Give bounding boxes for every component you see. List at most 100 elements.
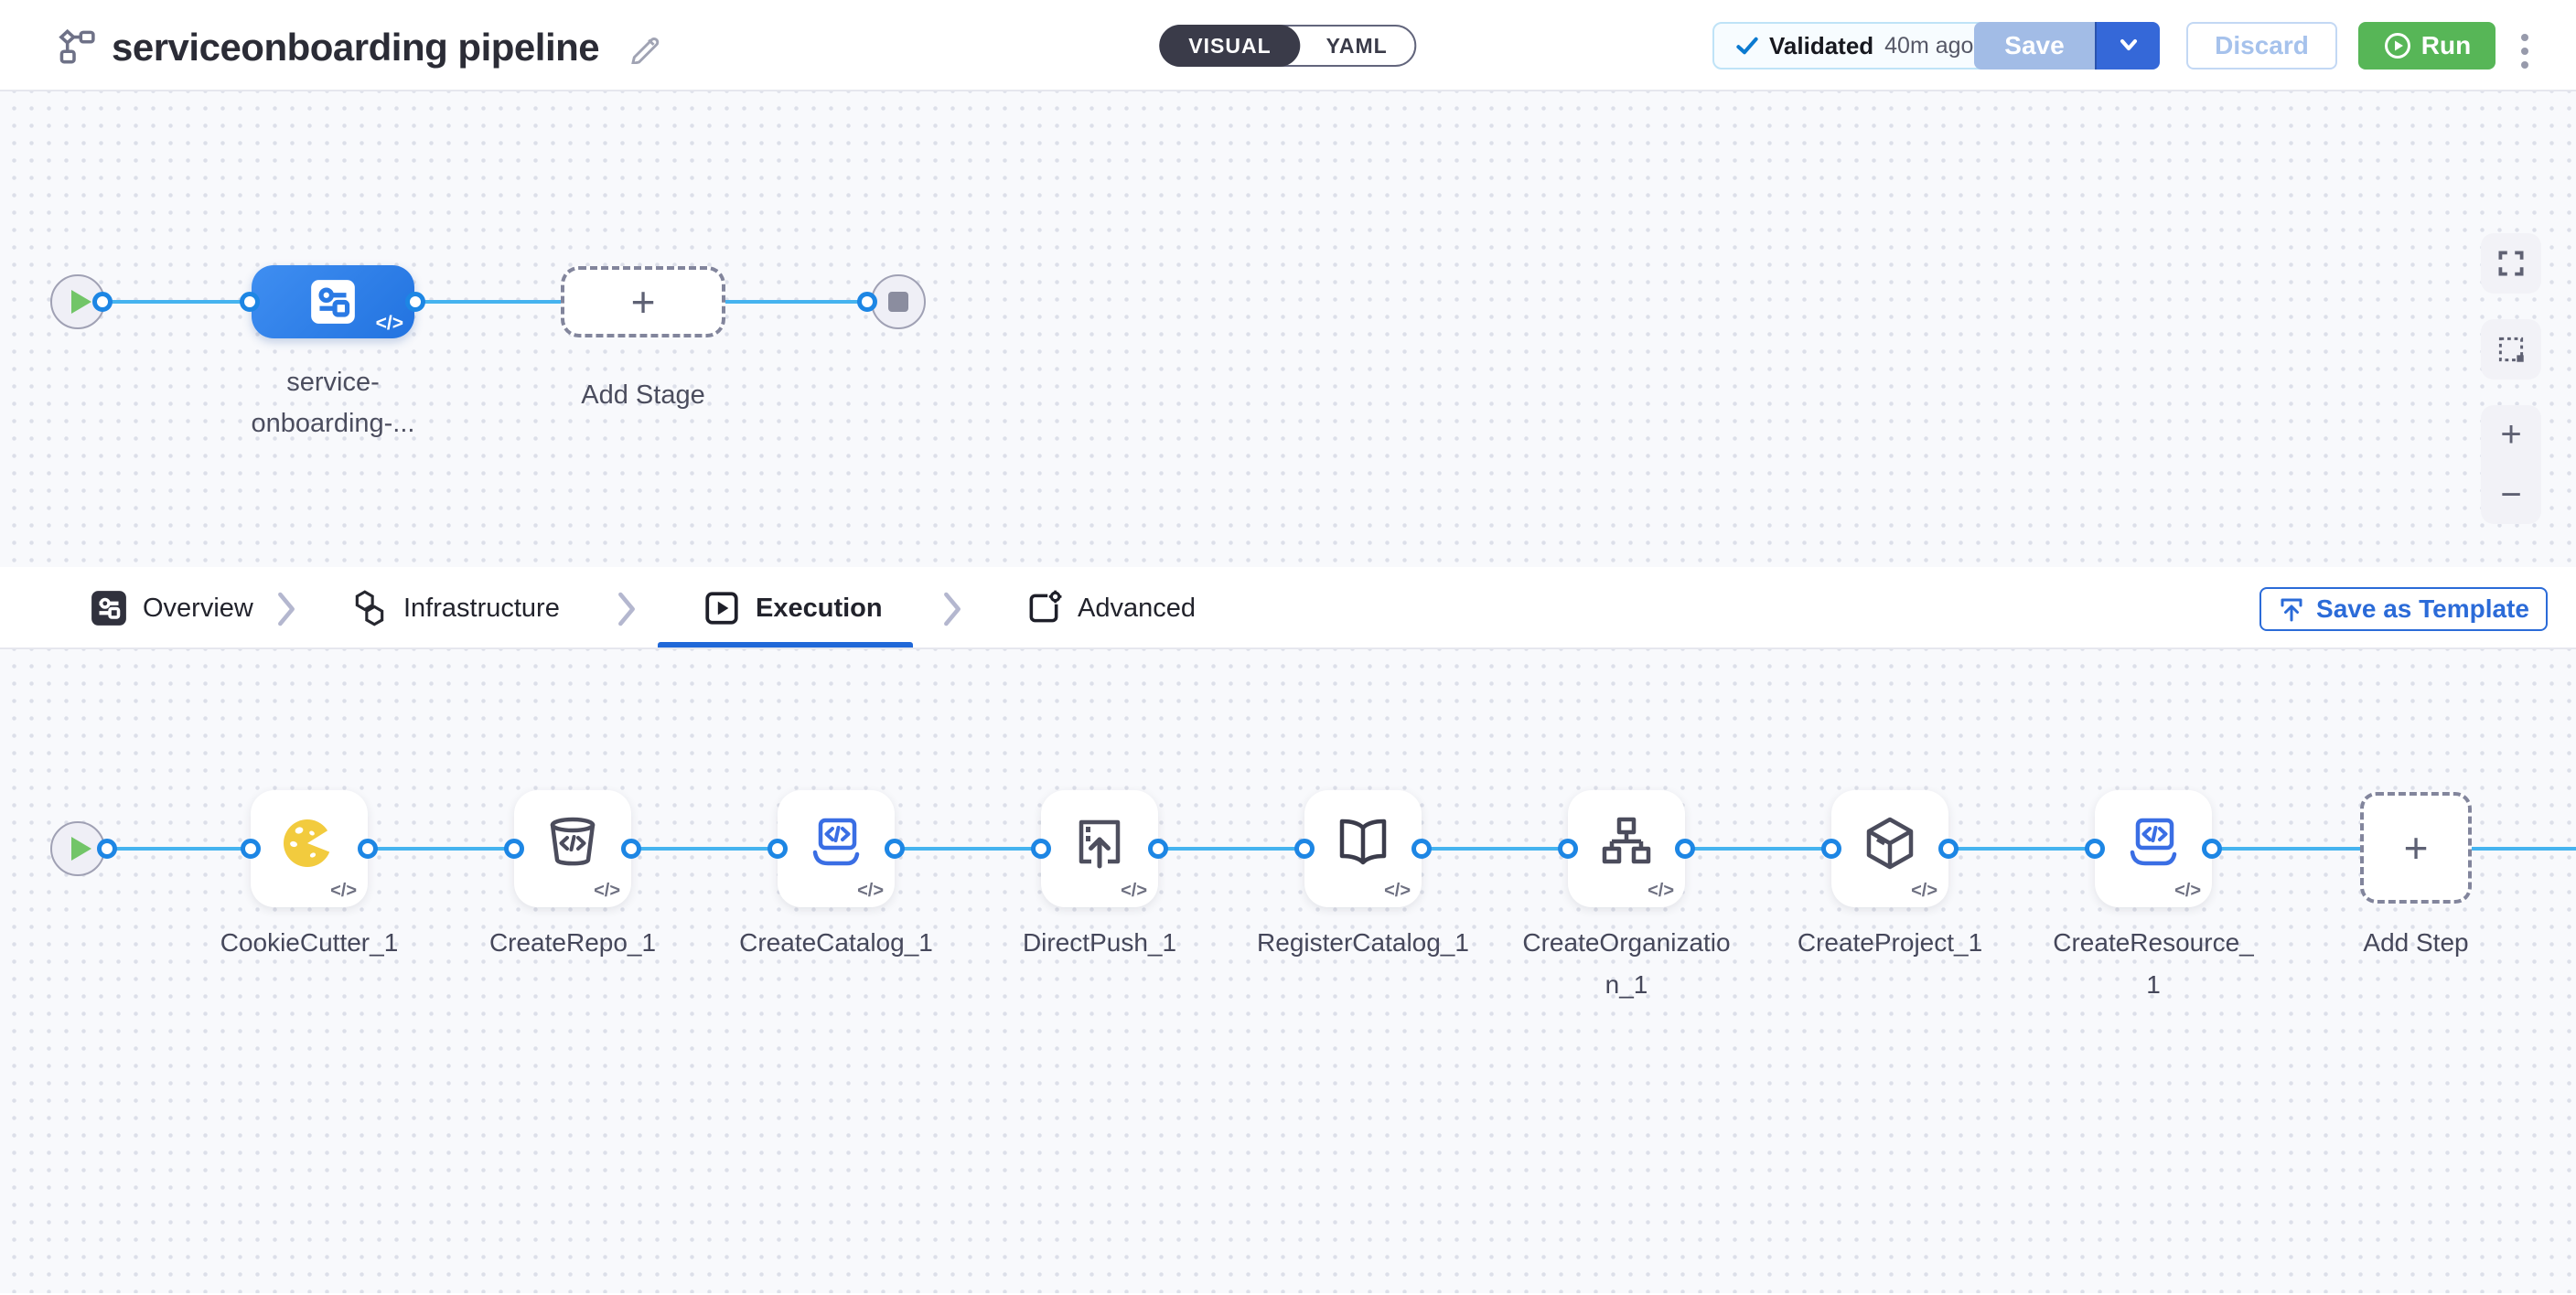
- select-area-button[interactable]: [2481, 319, 2541, 380]
- add-step-button[interactable]: +: [2360, 792, 2472, 904]
- save-menu-button[interactable]: [2095, 22, 2160, 70]
- step-label: CreateProject_1: [1784, 922, 1996, 964]
- port[interactable]: [504, 839, 524, 859]
- port[interactable]: [2202, 839, 2222, 859]
- step-node-createresource[interactable]: </>: [2095, 790, 2212, 907]
- port[interactable]: [1821, 839, 1841, 859]
- port[interactable]: [857, 292, 877, 312]
- step-label: CreateCatalog_1: [730, 922, 942, 964]
- stage-connector-line: [102, 300, 869, 304]
- add-step-label: Add Step: [2324, 922, 2507, 964]
- step-node-createrepo[interactable]: </>: [514, 790, 631, 907]
- save-button[interactable]: Save: [1974, 22, 2095, 70]
- edit-pencil-icon[interactable]: [628, 29, 662, 69]
- chevron-down-icon: [2116, 37, 2141, 55]
- port[interactable]: [2085, 839, 2105, 859]
- stage-node-service-onboarding[interactable]: </>: [252, 265, 414, 338]
- step-label: CreateOrganization_1: [1520, 922, 1733, 1006]
- step-code-badge: </>: [330, 881, 357, 902]
- port[interactable]: [1411, 839, 1432, 859]
- port[interactable]: [405, 292, 425, 312]
- tab-advanced[interactable]: Advanced: [1025, 589, 1196, 627]
- step-code-badge: </>: [2174, 881, 2201, 902]
- chevron-right-icon: [274, 591, 298, 627]
- tab-overview-label: Overview: [143, 594, 253, 624]
- step-label: RegisterCatalog_1: [1257, 922, 1469, 964]
- create-organization-icon: [1597, 814, 1656, 872]
- view-toggle: VISUAL YAML: [1159, 25, 1416, 67]
- step-node-createcatalog[interactable]: </>: [778, 790, 895, 907]
- port[interactable]: [1148, 839, 1168, 859]
- create-catalog-icon: [807, 814, 865, 872]
- toggle-visual[interactable]: VISUAL: [1159, 25, 1300, 67]
- port[interactable]: [1294, 839, 1315, 859]
- add-stage-label: Add Stage: [552, 375, 735, 416]
- validated-badge[interactable]: Validated 40m ago: [1712, 22, 1997, 70]
- validated-time: 40m ago: [1884, 33, 1973, 59]
- stage-code-badge: </>: [376, 313, 403, 335]
- zoom-out-button[interactable]: −: [2500, 473, 2521, 517]
- chevron-right-icon: [940, 591, 964, 627]
- create-project-icon: [1861, 814, 1919, 872]
- register-catalog-icon: [1334, 814, 1392, 872]
- port[interactable]: [885, 839, 905, 859]
- tab-advanced-label: Advanced: [1078, 594, 1196, 624]
- step-code-badge: </>: [857, 881, 884, 902]
- step-node-cookiecutter[interactable]: </>: [251, 790, 368, 907]
- advanced-icon: [1025, 589, 1063, 627]
- port[interactable]: [241, 839, 261, 859]
- step-node-createproject[interactable]: </>: [1831, 790, 1948, 907]
- stage-canvas[interactable]: </> + service-onboarding-... Add Stage +…: [0, 91, 2576, 567]
- plus-icon: +: [631, 281, 656, 323]
- step-code-badge: </>: [594, 881, 620, 902]
- port[interactable]: [240, 292, 260, 312]
- port[interactable]: [1031, 839, 1051, 859]
- step-code-badge: </>: [1648, 881, 1674, 902]
- port[interactable]: [358, 839, 378, 859]
- chevron-right-icon: [615, 591, 639, 627]
- toggle-yaml[interactable]: YAML: [1299, 34, 1415, 59]
- step-node-directpush[interactable]: </>: [1041, 790, 1158, 907]
- step-label: CookieCutter_1: [203, 922, 415, 964]
- port[interactable]: [97, 839, 117, 859]
- step-label: CreateResource_1: [2047, 922, 2259, 1006]
- step-label: DirectPush_1: [993, 922, 1206, 964]
- template-upload-icon: [2278, 595, 2305, 623]
- stop-square-icon: [888, 292, 908, 312]
- fullscreen-button[interactable]: [2481, 233, 2541, 294]
- port[interactable]: [767, 839, 788, 859]
- start-play-icon: [71, 290, 91, 314]
- zoom-controls: + −: [2481, 405, 2541, 524]
- more-options-button[interactable]: [2517, 30, 2532, 72]
- infrastructure-icon: [350, 589, 389, 627]
- execution-canvas[interactable]: </> </> </> </>: [0, 649, 2576, 1293]
- discard-button[interactable]: Discard: [2186, 22, 2337, 70]
- run-button[interactable]: Run: [2358, 22, 2496, 70]
- zoom-in-button[interactable]: +: [2500, 412, 2521, 456]
- tab-infrastructure[interactable]: Infrastructure: [350, 589, 560, 627]
- tab-overview[interactable]: Overview: [90, 589, 253, 627]
- active-tab-underline: [658, 642, 913, 648]
- port[interactable]: [92, 292, 113, 312]
- stage-tabbar: Overview Infrastructure Execution Advanc…: [0, 567, 2576, 649]
- save-as-template-label: Save as Template: [2316, 594, 2529, 624]
- execution-icon: [703, 589, 741, 627]
- direct-push-icon: [1070, 814, 1129, 872]
- tab-execution-label: Execution: [756, 594, 883, 624]
- save-as-template-button[interactable]: Save as Template: [2259, 587, 2548, 631]
- create-repo-icon: [543, 814, 602, 872]
- start-play-icon: [71, 837, 91, 861]
- create-resource-icon: [2124, 814, 2183, 872]
- port[interactable]: [1938, 839, 1959, 859]
- step-code-badge: </>: [1911, 881, 1937, 902]
- port[interactable]: [1558, 839, 1578, 859]
- add-stage-button[interactable]: +: [561, 266, 725, 337]
- step-node-registercatalog[interactable]: </>: [1304, 790, 1422, 907]
- port[interactable]: [1675, 839, 1695, 859]
- step-node-createorganization[interactable]: </>: [1568, 790, 1685, 907]
- port[interactable]: [621, 839, 641, 859]
- stage-pipeline-icon: [307, 276, 359, 327]
- page-title: serviceonboarding pipeline: [112, 26, 599, 70]
- pipeline-end-node: [871, 274, 926, 329]
- tab-execution[interactable]: Execution: [703, 589, 883, 627]
